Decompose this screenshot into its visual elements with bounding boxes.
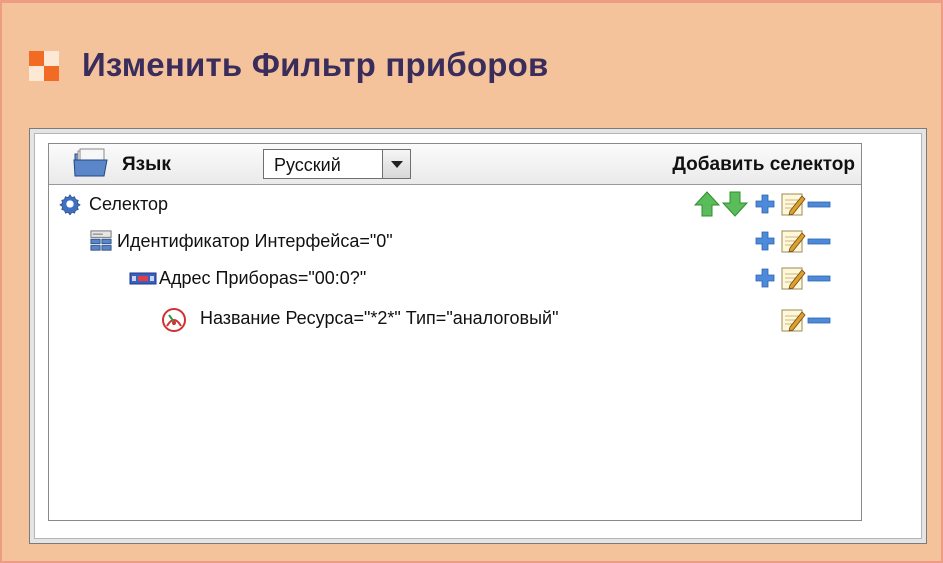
analog-resource-icon xyxy=(162,308,186,332)
language-select[interactable]: Русский xyxy=(263,149,411,179)
folder-icon xyxy=(73,148,108,177)
device-address-icon xyxy=(129,272,157,285)
edit-icon[interactable] xyxy=(780,307,806,333)
remove-icon[interactable] xyxy=(806,191,832,217)
tree-row-label: Идентификатор Интерфейса="0" xyxy=(117,231,393,251)
remove-icon[interactable] xyxy=(806,228,832,254)
add-selector-button[interactable]: Добавить селектор xyxy=(672,154,855,176)
logo-icon xyxy=(29,51,59,81)
add-icon[interactable] xyxy=(752,191,778,217)
language-select-value: Русский xyxy=(274,155,341,175)
network-interface-icon xyxy=(90,230,112,251)
move-up-icon[interactable] xyxy=(694,191,720,217)
tree-row-label: Адрес Приборas="00:0?" xyxy=(159,268,367,288)
tree-row-label: Название Ресурса="*2*" Тип="аналоговый" xyxy=(200,308,559,328)
edit-icon[interactable] xyxy=(780,265,806,291)
tree-row-interface[interactable]: Идентификатор Интерфейса="0" xyxy=(49,228,861,256)
interface-actions xyxy=(752,228,862,256)
language-label: Язык xyxy=(122,154,171,175)
tree-row-label: Селектор xyxy=(89,194,169,214)
move-down-icon[interactable] xyxy=(722,191,748,217)
selector-actions xyxy=(694,191,854,219)
page-title: Изменить Фильтр приборов xyxy=(82,46,549,83)
gear-icon xyxy=(59,194,81,215)
add-icon[interactable] xyxy=(752,265,778,291)
resource-actions xyxy=(780,307,862,335)
tree-row-device-address[interactable]: Адрес Приборas="00:0?" xyxy=(49,265,861,293)
edit-icon[interactable] xyxy=(780,191,806,217)
chevron-down-icon[interactable] xyxy=(382,150,410,178)
edit-icon[interactable] xyxy=(780,228,806,254)
device-address-actions xyxy=(752,265,862,293)
add-icon[interactable] xyxy=(752,228,778,254)
selector-tree-container: Язык Русский Добавить селектор Селектор xyxy=(48,143,862,521)
toolbar: Язык Русский Добавить селектор xyxy=(49,144,861,185)
remove-icon[interactable] xyxy=(806,265,832,291)
remove-icon[interactable] xyxy=(806,307,832,333)
tree-row-resource[interactable]: Название Ресурса="*2*" Тип="аналоговый" xyxy=(49,307,861,335)
